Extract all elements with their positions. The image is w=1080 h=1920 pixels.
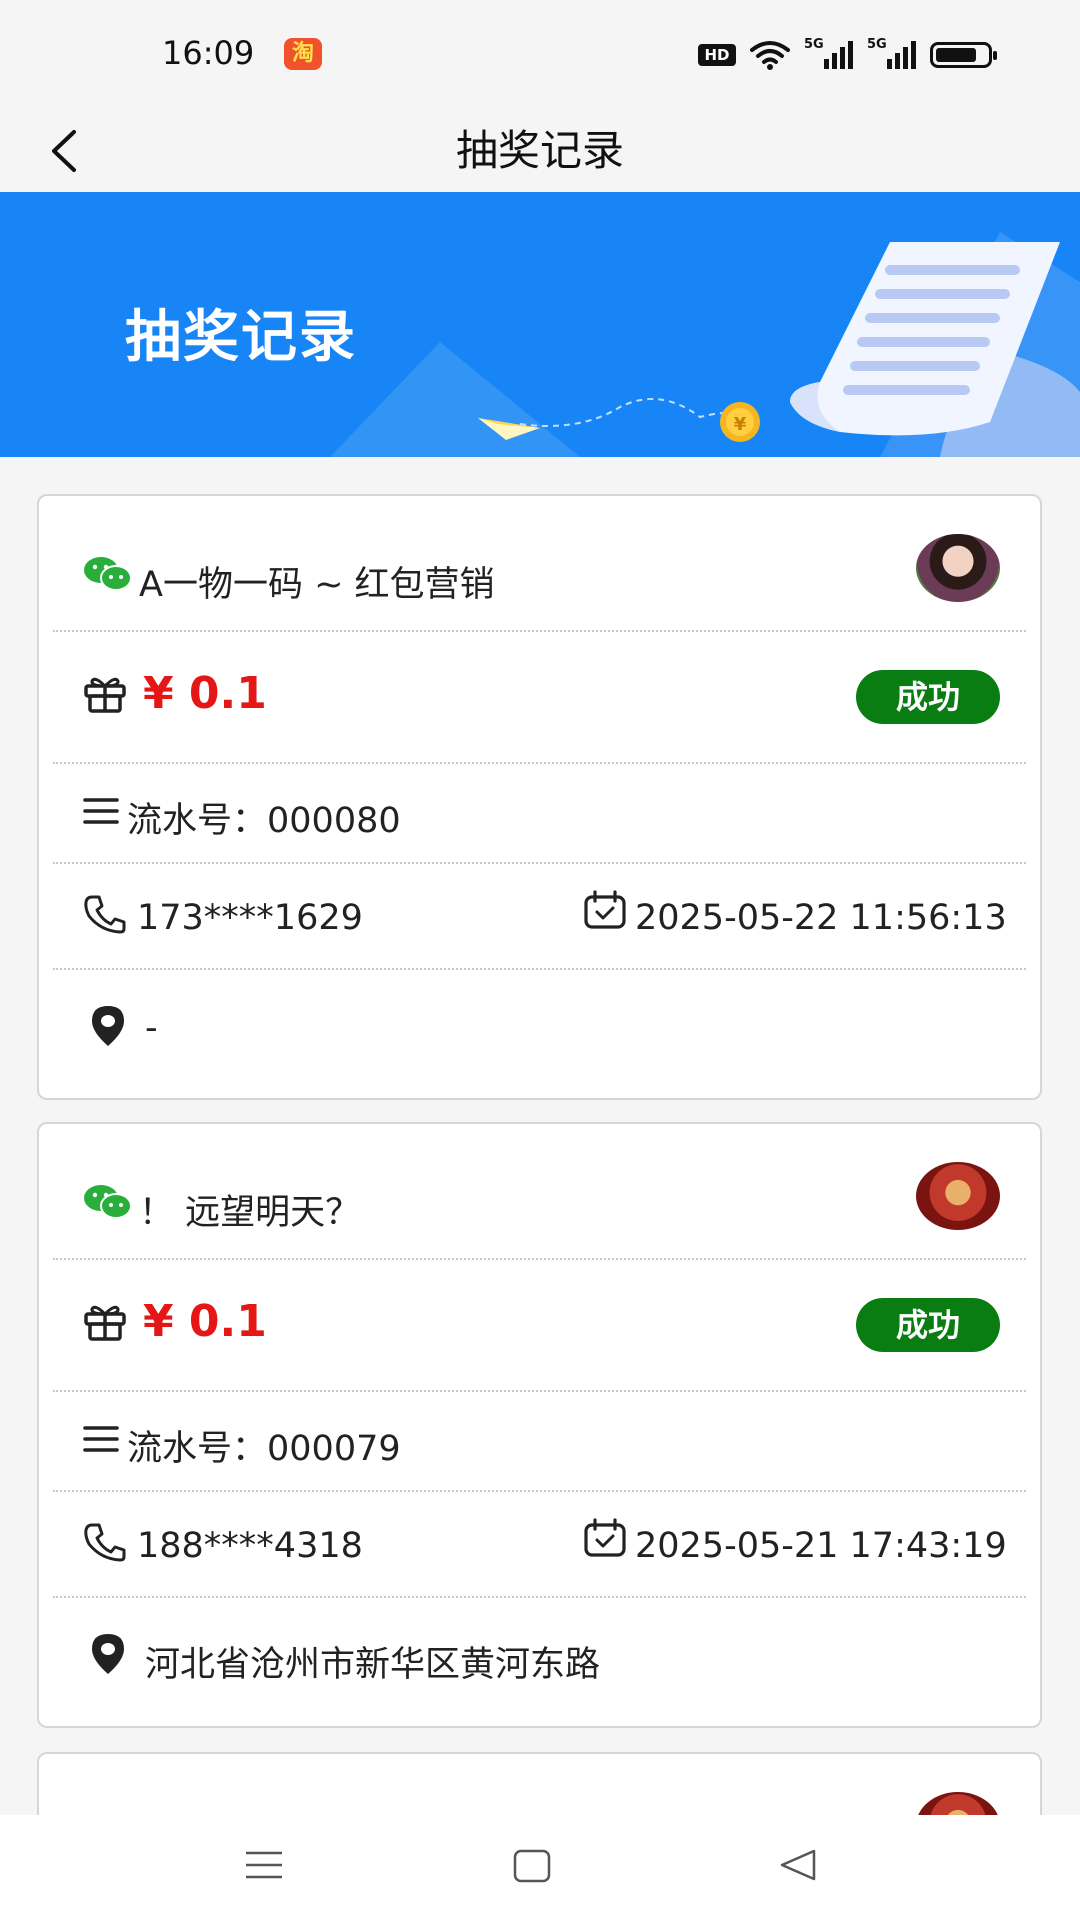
banner: ¥ 抽奖记录 [0,192,1080,457]
status-time: 16:09 [162,34,255,72]
record-datetime: 2025-05-21 17:43:19 [635,1526,1007,1566]
user-nickname: ！ 远望明天？ [139,1193,361,1233]
record-card[interactable]: ！ 远望明天？ ¥ 0.1 成功 流水号：000079 188****4318 … [37,1122,1042,1728]
avatar [916,534,1000,602]
record-datetime: 2025-05-22 11:56:13 [635,898,1007,938]
serial-value: 000079 [267,1429,401,1469]
location-text: - [145,1008,158,1048]
back-triangle-icon[interactable] [778,1845,818,1885]
cellular-signal-icon: 5G [804,37,853,69]
gift-icon [84,677,126,713]
list-icon [83,798,119,824]
serial-number: 流水号：000080 [127,792,401,843]
phone-number: 188****4318 [137,1526,363,1566]
battery-icon [930,42,997,68]
phone-icon [84,895,126,934]
battery-level [936,48,976,62]
taobao-app-icon: 淘 [284,38,322,70]
prize-amount: ¥ 0.1 [143,668,267,719]
location-text: 河北省沧州市新华区黄河东路 [145,1645,601,1685]
serial-label: 流水号： [127,1429,268,1469]
phone-number: 173****1629 [137,898,363,938]
menu-icon[interactable] [244,1845,284,1885]
hd-voice-icon: HD [698,44,736,66]
serial-label: 流水号： [127,801,268,841]
status-badge: 成功 [856,670,1000,724]
serial-value: 000080 [267,801,401,841]
user-nickname: A一物一码 ~ 红包营销 [139,565,495,605]
record-card[interactable]: A一物一码 ~ 红包营销 ¥ 0.1 成功 流水号：000080 173****… [37,494,1042,1100]
location-pin-icon [92,1634,124,1674]
location-pin-icon [92,1006,124,1046]
phone-icon [84,1523,126,1562]
page-title: 抽奖记录 [455,126,624,175]
calendar-icon [584,890,626,929]
wechat-icon [84,557,132,591]
banner-title: 抽奖记录 [125,305,357,370]
serial-number: 流水号：000079 [127,1420,401,1471]
wechat-icon [84,1185,132,1219]
avatar [916,1162,1000,1230]
system-navigation-bar [0,1815,1080,1920]
status-icons: HD 5G 5G [698,37,997,72]
status-bar: 16:09 淘 HD 5G 5G [0,0,1080,110]
nav-bar: 抽奖记录 [0,110,1080,192]
calendar-icon [584,1518,626,1557]
back-button[interactable] [40,118,100,184]
home-square-icon[interactable] [512,1845,552,1885]
status-badge: 成功 [856,1298,1000,1352]
gift-icon [84,1305,126,1341]
prize-amount: ¥ 0.1 [143,1296,267,1347]
chevron-left-icon [52,130,76,172]
wifi-icon [750,41,790,70]
cellular-signal-icon-2: 5G [867,37,916,69]
coin-yen-icon: ¥ [734,414,747,435]
list-icon [83,1426,119,1452]
